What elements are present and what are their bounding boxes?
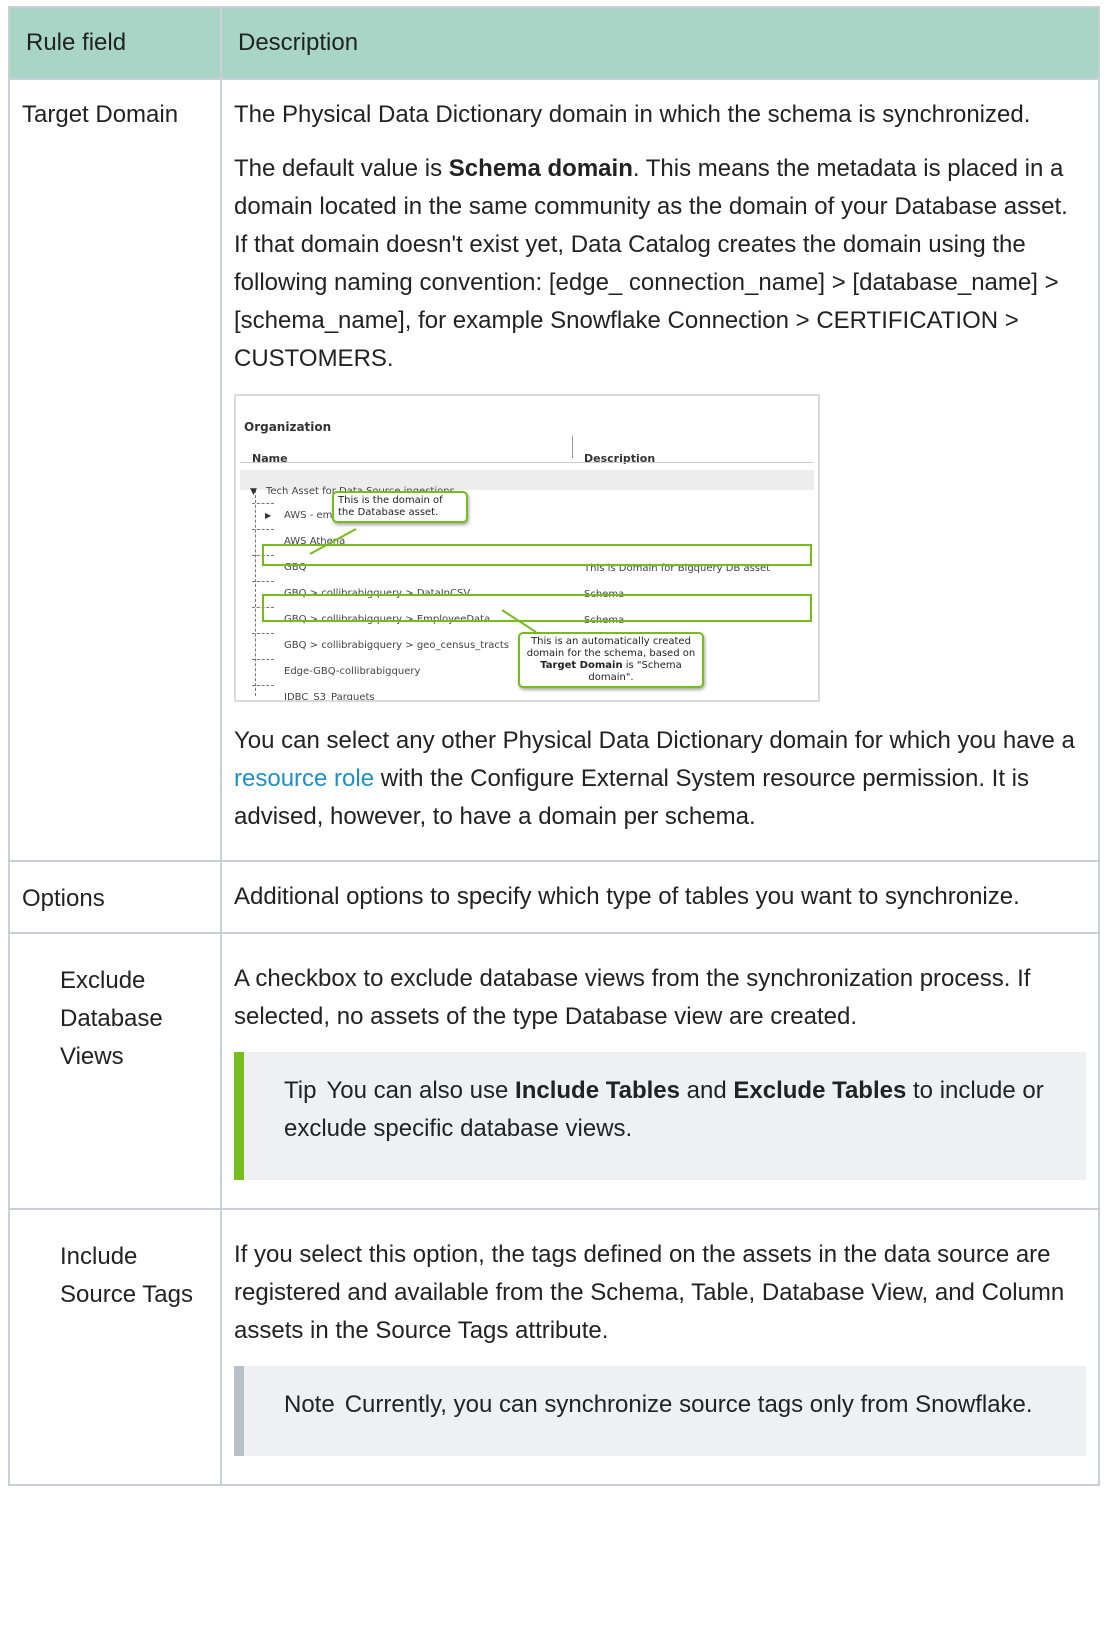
tip-callout: Tip You can also use Include Tables and E…: [234, 1052, 1086, 1180]
options-paragraph: Additional options to specify which type…: [234, 883, 1020, 910]
database-domain-bubble: This is the domain of the Database asset…: [332, 491, 468, 523]
note-callout: Note Currently, you can synchronize sourc…: [234, 1366, 1086, 1456]
note-text: Currently, you can synchronize source ta…: [344, 1391, 1033, 1418]
header-rule-field: Rule field: [8, 6, 222, 80]
field-target-domain: Target Domain: [8, 78, 222, 862]
text: The default value is: [234, 155, 449, 182]
description-options: Additional options to specify which type…: [220, 860, 1100, 934]
header-description: Description: [220, 6, 1100, 80]
pointer-line: [501, 609, 537, 633]
schema-domain-emphasis: Schema domain: [448, 155, 633, 182]
exclude-tables-emphasis: Exclude Tables: [733, 1077, 907, 1104]
text: and: [679, 1077, 734, 1104]
tip-label: Tip: [284, 1077, 317, 1104]
table-row-exclude-views: Exclude Database Views A checkbox to exc…: [8, 932, 1100, 1210]
exclude-views-paragraph: A checkbox to exclude database views fro…: [234, 965, 1031, 1030]
rules-table: Rule field Description Target Domain The…: [8, 6, 1100, 1486]
description-target-domain: The Physical Data Dictionary domain in w…: [220, 78, 1100, 862]
target-domain-paragraph-2: The default value is Schema domain. This…: [234, 150, 1086, 378]
organization-screenshot: Organization Name Description ▼ Tech Asse…: [234, 394, 820, 702]
text: You can select any other Physical Data D…: [234, 727, 1075, 754]
resource-role-link[interactable]: resource role: [234, 765, 374, 792]
include-tables-emphasis: Include Tables: [515, 1077, 680, 1104]
description-source-tags: If you select this option, the tags defi…: [220, 1208, 1100, 1486]
pointer-line: [309, 528, 357, 555]
table-row-source-tags: Include Source Tags If you select this o…: [8, 1208, 1100, 1486]
text: You can also use: [326, 1077, 516, 1104]
table-header-row: Rule field Description: [8, 6, 1100, 80]
table-row-options: Options Additional options to specify wh…: [8, 860, 1100, 934]
target-domain-emphasis: Target Domain: [540, 660, 623, 671]
target-domain-paragraph-1: The Physical Data Dictionary domain in w…: [234, 101, 1031, 128]
text: This is an automatically created domain …: [526, 636, 696, 659]
field-include-source-tags: Include Source Tags: [8, 1208, 222, 1486]
field-exclude-database-views: Exclude Database Views: [8, 932, 222, 1210]
description-exclude-views: A checkbox to exclude database views fro…: [220, 932, 1100, 1210]
field-options: Options: [8, 860, 222, 934]
text: . This means the metadata is placed in a…: [234, 155, 1068, 372]
note-label: Note: [284, 1391, 335, 1418]
source-tags-paragraph: If you select this option, the tags defi…: [234, 1241, 1065, 1344]
schema-domain-bubble: This is an automatically created domain …: [518, 632, 704, 688]
table-row-target-domain: Target Domain The Physical Data Dictiona…: [8, 78, 1100, 862]
target-domain-paragraph-3: You can select any other Physical Data D…: [234, 722, 1086, 836]
